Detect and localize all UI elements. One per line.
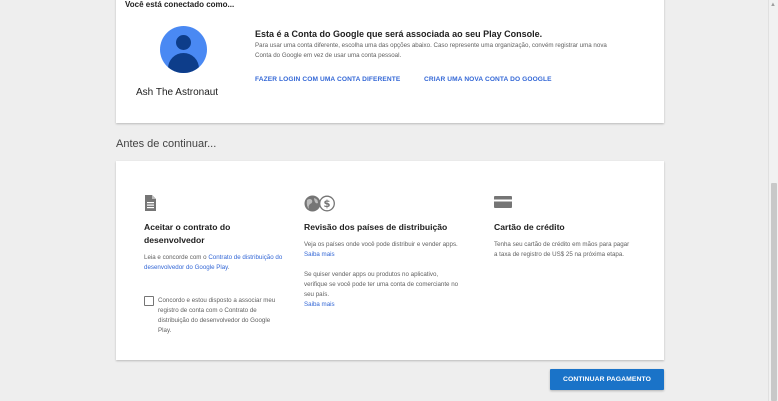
countries-title: Revisão dos países de distribuição	[304, 222, 448, 232]
contract-column: Aceitar o contrato do desenvolvedor Leia…	[144, 195, 284, 273]
avatar-body	[168, 53, 199, 73]
requirements-card: Aceitar o contrato do desenvolvedor Leia…	[116, 161, 664, 360]
credit-card-title: Cartão de crédito	[494, 222, 565, 232]
create-new-account-link[interactable]: CRIAR UMA NOVA CONTA DO GOOGLE	[424, 76, 552, 83]
learn-more-link-1[interactable]: Saiba mais	[304, 251, 335, 258]
countries-text-1-body: Veja os países onde você pode distribuir…	[304, 241, 458, 248]
document-icon	[144, 195, 284, 215]
countries-text-1: Veja os países onde você pode distribuir…	[304, 240, 459, 260]
agree-row[interactable]: Concordo e estou disposto a associar meu…	[144, 296, 280, 336]
contract-title: Aceitar o contrato do desenvolvedor	[144, 222, 231, 245]
countries-column: $ Revisão dos países de distribuição Vej…	[304, 195, 459, 310]
credit-card-text: Tenha seu cartão de crédito em mãos para…	[494, 241, 630, 258]
connected-title: Você está conectado como...	[125, 0, 235, 9]
avatar-head	[176, 35, 191, 50]
login-different-account-link[interactable]: FAZER LOGIN COM UMA CONTA DIFERENTE	[255, 76, 400, 83]
avatar	[160, 26, 207, 73]
countries-text-2: Se quiser vender apps ou produtos no apl…	[304, 270, 459, 310]
association-title: Esta é a Conta do Google que será associ…	[255, 29, 543, 39]
agree-label[interactable]: Concordo e estou disposto a associar meu…	[158, 296, 280, 336]
continue-payment-button[interactable]: CONTINUAR PAGAMENTO	[550, 369, 664, 390]
contract-text-suffix: .	[227, 264, 230, 271]
svg-text:$: $	[324, 199, 331, 210]
scroll-up-arrow-icon[interactable]: ▲	[770, 2, 776, 8]
account-card: Você está conectado como... Ash The Astr…	[116, 0, 664, 123]
countries-text-2-body: Se quiser vender apps ou produtos no apl…	[304, 271, 459, 298]
scrollbar[interactable]: ▲	[768, 0, 778, 401]
agree-checkbox[interactable]	[144, 296, 154, 306]
learn-more-link-2[interactable]: Saiba mais	[304, 301, 335, 308]
scrollbar-thumb[interactable]	[771, 183, 777, 401]
account-name: Ash The Astronaut	[136, 87, 219, 98]
contract-text-prefix: Leia e concorde com o	[144, 254, 209, 261]
association-description: Para usar uma conta diferente, escolha u…	[255, 42, 607, 59]
credit-card-column: Cartão de crédito Tenha seu cartão de cr…	[494, 195, 634, 260]
contract-text: Leia e concorde com o Contrato de distri…	[144, 253, 284, 273]
section-title: Antes de continuar...	[116, 138, 217, 150]
globe-dollar-icon: $	[304, 195, 459, 215]
credit-card-icon	[494, 195, 634, 215]
